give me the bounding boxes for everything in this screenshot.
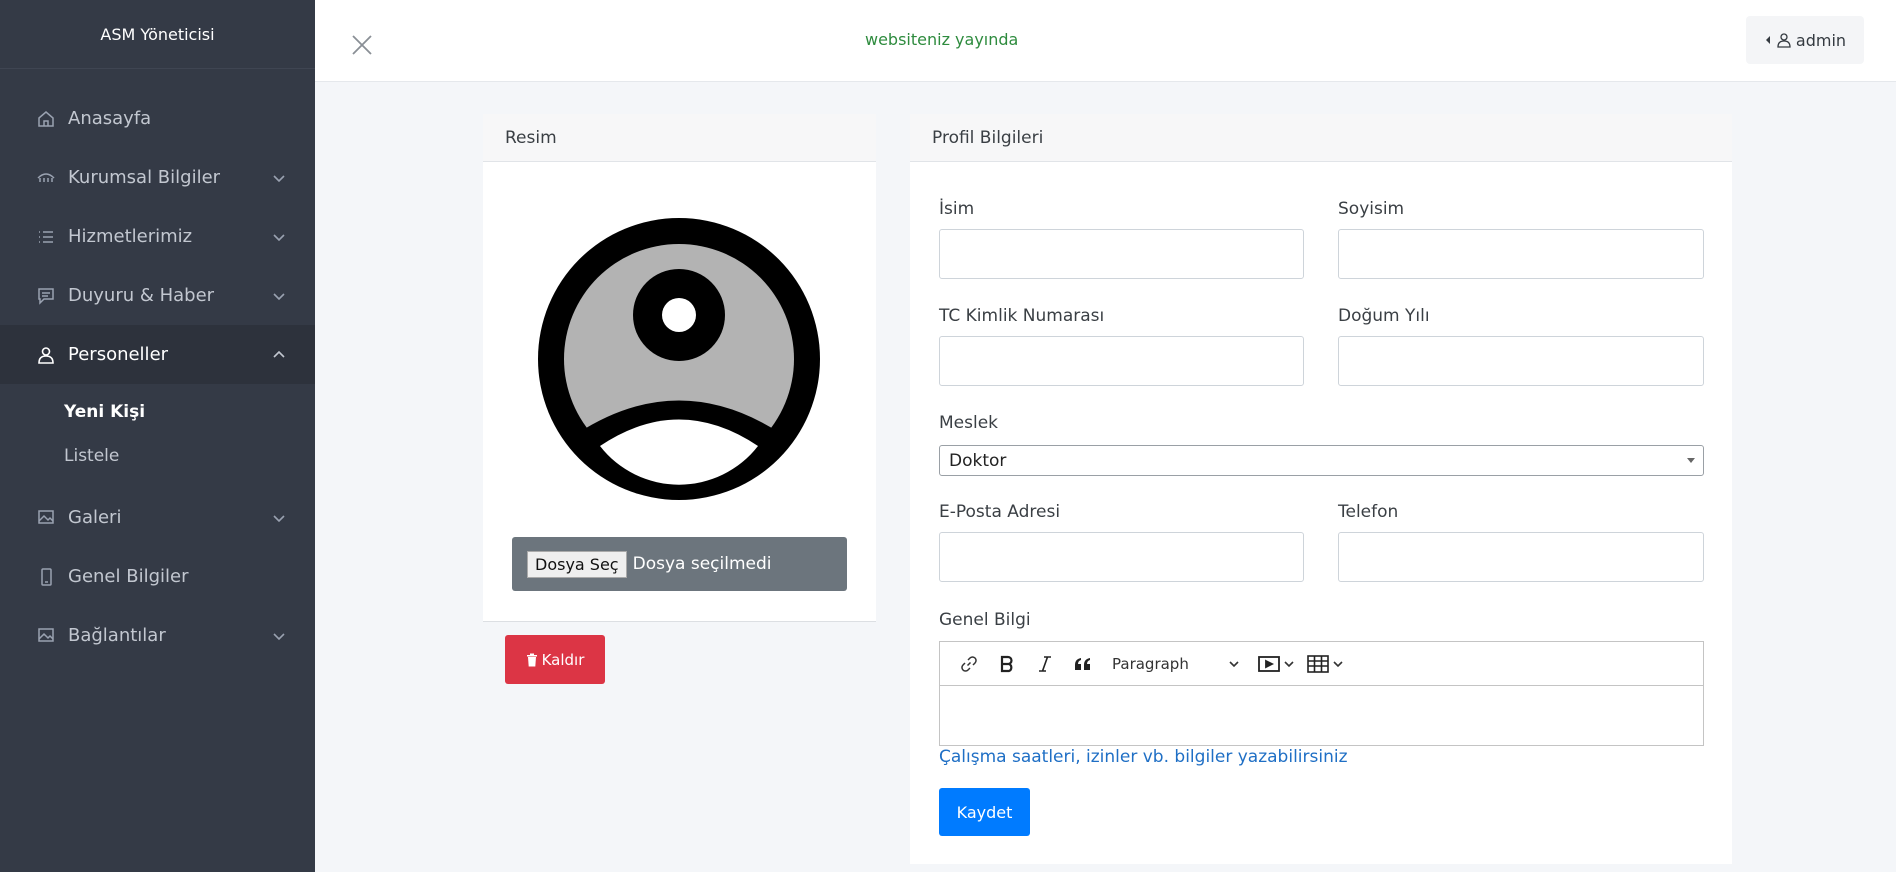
job-select[interactable]: Doktor xyxy=(939,445,1704,476)
building-icon xyxy=(34,166,58,190)
sidebar-item-label: Hizmetlerimiz xyxy=(68,226,193,247)
chat-icon xyxy=(34,284,58,308)
name-field[interactable] xyxy=(939,229,1304,279)
chevron-down-icon xyxy=(273,632,285,640)
rich-text-editor: Paragraph xyxy=(939,641,1704,746)
top-header: websiteniz yayında admin xyxy=(315,0,1896,82)
surname-label: Soyisim xyxy=(1338,199,1405,219)
chevron-up-icon xyxy=(273,350,285,358)
sidebar-item-baglantilar[interactable]: Bağlantılar xyxy=(0,606,315,665)
user-name: admin xyxy=(1795,30,1847,50)
sidebar-item-label: Duyuru & Haber xyxy=(68,285,215,306)
chevron-down-icon xyxy=(1229,660,1239,667)
phone-label: Telefon xyxy=(1338,502,1399,522)
sidebar-item-kurumsal-bilgiler[interactable]: Kurumsal Bilgiler xyxy=(0,148,315,207)
divider xyxy=(483,621,876,622)
avatar-placeholder-icon xyxy=(538,218,820,500)
profile-card: Profil Bilgileri İsim Soyisim TC Kimlik … xyxy=(910,114,1732,864)
user-menu-button[interactable]: admin xyxy=(1746,16,1864,64)
phone-icon xyxy=(34,565,58,589)
list-icon xyxy=(34,225,58,249)
link-button[interactable] xyxy=(950,646,988,682)
chevron-down-icon xyxy=(273,233,285,241)
editor-toolbar: Paragraph xyxy=(940,642,1703,686)
chevron-down-icon xyxy=(1284,660,1294,667)
birth-year-field[interactable] xyxy=(1338,336,1704,386)
dropdown-caret-icon xyxy=(1687,458,1695,463)
sidebar-item-label: Kurumsal Bilgiler xyxy=(68,167,221,188)
chevron-down-icon xyxy=(1333,660,1343,667)
user-icon xyxy=(34,343,58,367)
sidebar: ASM Yöneticisi Anasayfa Kurumsal Bilgile… xyxy=(0,0,315,872)
remove-label: Kaldır xyxy=(541,650,585,669)
quote-icon xyxy=(1075,657,1090,670)
job-select-value: Doktor xyxy=(949,450,1007,471)
italic-icon xyxy=(1039,655,1051,672)
general-info-hint: Çalışma saatleri, izinler vb. bilgiler y… xyxy=(939,747,1348,767)
link-gallery-icon xyxy=(34,624,58,648)
personeller-submenu: Yeni Kişi Listele xyxy=(0,384,315,488)
sidebar-item-personeller[interactable]: Personeller xyxy=(0,325,315,384)
image-card: Resim Dosya Seç Dosya seçilmedi xyxy=(483,114,876,622)
chevron-down-icon xyxy=(273,292,285,300)
site-status-text: websiteniz yayında xyxy=(865,30,1019,49)
blockquote-button[interactable] xyxy=(1064,646,1102,682)
submenu-item-listele[interactable]: Listele xyxy=(0,434,315,478)
file-upload: Dosya Seç Dosya seçilmedi xyxy=(512,537,847,591)
email-label: E-Posta Adresi xyxy=(939,502,1061,522)
trash-icon xyxy=(526,653,537,666)
sidebar-item-genel-bilgiler[interactable]: Genel Bilgiler xyxy=(0,547,315,606)
sidebar-item-anasayfa[interactable]: Anasayfa xyxy=(0,89,315,148)
paragraph-format-dropdown[interactable]: Paragraph xyxy=(1102,646,1252,682)
sidebar-item-label: Bağlantılar xyxy=(68,625,166,646)
bold-icon xyxy=(1000,655,1013,672)
italic-button[interactable] xyxy=(1026,646,1064,682)
sidebar-item-label: Genel Bilgiler xyxy=(68,566,189,587)
paragraph-format-value: Paragraph xyxy=(1112,654,1189,673)
image-card-title: Resim xyxy=(483,114,876,162)
home-icon xyxy=(34,107,58,131)
general-info-label: Genel Bilgi xyxy=(939,610,1031,630)
remove-image-button[interactable]: Kaldır xyxy=(505,635,605,684)
tc-field[interactable] xyxy=(939,336,1304,386)
submenu-item-yeni-kisi[interactable]: Yeni Kişi xyxy=(0,390,315,434)
media-embed-dropdown[interactable] xyxy=(1252,646,1301,682)
job-label: Meslek xyxy=(939,413,999,433)
chevron-down-icon xyxy=(273,174,285,182)
email-field[interactable] xyxy=(939,532,1304,582)
sidebar-item-label: Personeller xyxy=(68,344,169,365)
sidebar-nav: Anasayfa Kurumsal Bilgiler Hizmetlerimiz… xyxy=(0,89,315,665)
sidebar-item-label: Galeri xyxy=(68,507,122,528)
profile-card-title: Profil Bilgileri xyxy=(910,114,1732,162)
sidebar-item-duyuru-haber[interactable]: Duyuru & Haber xyxy=(0,266,315,325)
close-icon[interactable] xyxy=(349,32,375,58)
table-icon xyxy=(1307,654,1329,673)
file-status-text: Dosya seçilmedi xyxy=(632,554,772,574)
surname-field[interactable] xyxy=(1338,229,1704,279)
sidebar-item-hizmetlerimiz[interactable]: Hizmetlerimiz xyxy=(0,207,315,266)
chevron-down-icon xyxy=(273,514,285,522)
editor-content-area[interactable] xyxy=(940,686,1703,746)
caret-left-icon xyxy=(1765,36,1770,44)
brand-title[interactable]: ASM Yöneticisi xyxy=(0,0,315,69)
tc-label: TC Kimlik Numarası xyxy=(939,306,1105,326)
file-choose-button[interactable]: Dosya Seç xyxy=(527,550,627,578)
name-label: İsim xyxy=(939,199,975,219)
media-icon xyxy=(1258,655,1280,672)
bold-button[interactable] xyxy=(988,646,1026,682)
phone-field[interactable] xyxy=(1338,532,1704,582)
gallery-icon xyxy=(34,506,58,530)
sidebar-item-galeri[interactable]: Galeri xyxy=(0,488,315,547)
user-icon xyxy=(1777,33,1791,48)
table-insert-dropdown[interactable] xyxy=(1301,646,1350,682)
link-icon xyxy=(961,655,977,672)
save-button[interactable]: Kaydet xyxy=(939,788,1030,836)
sidebar-item-label: Anasayfa xyxy=(68,108,152,129)
birth-year-label: Doğum Yılı xyxy=(1338,306,1430,326)
